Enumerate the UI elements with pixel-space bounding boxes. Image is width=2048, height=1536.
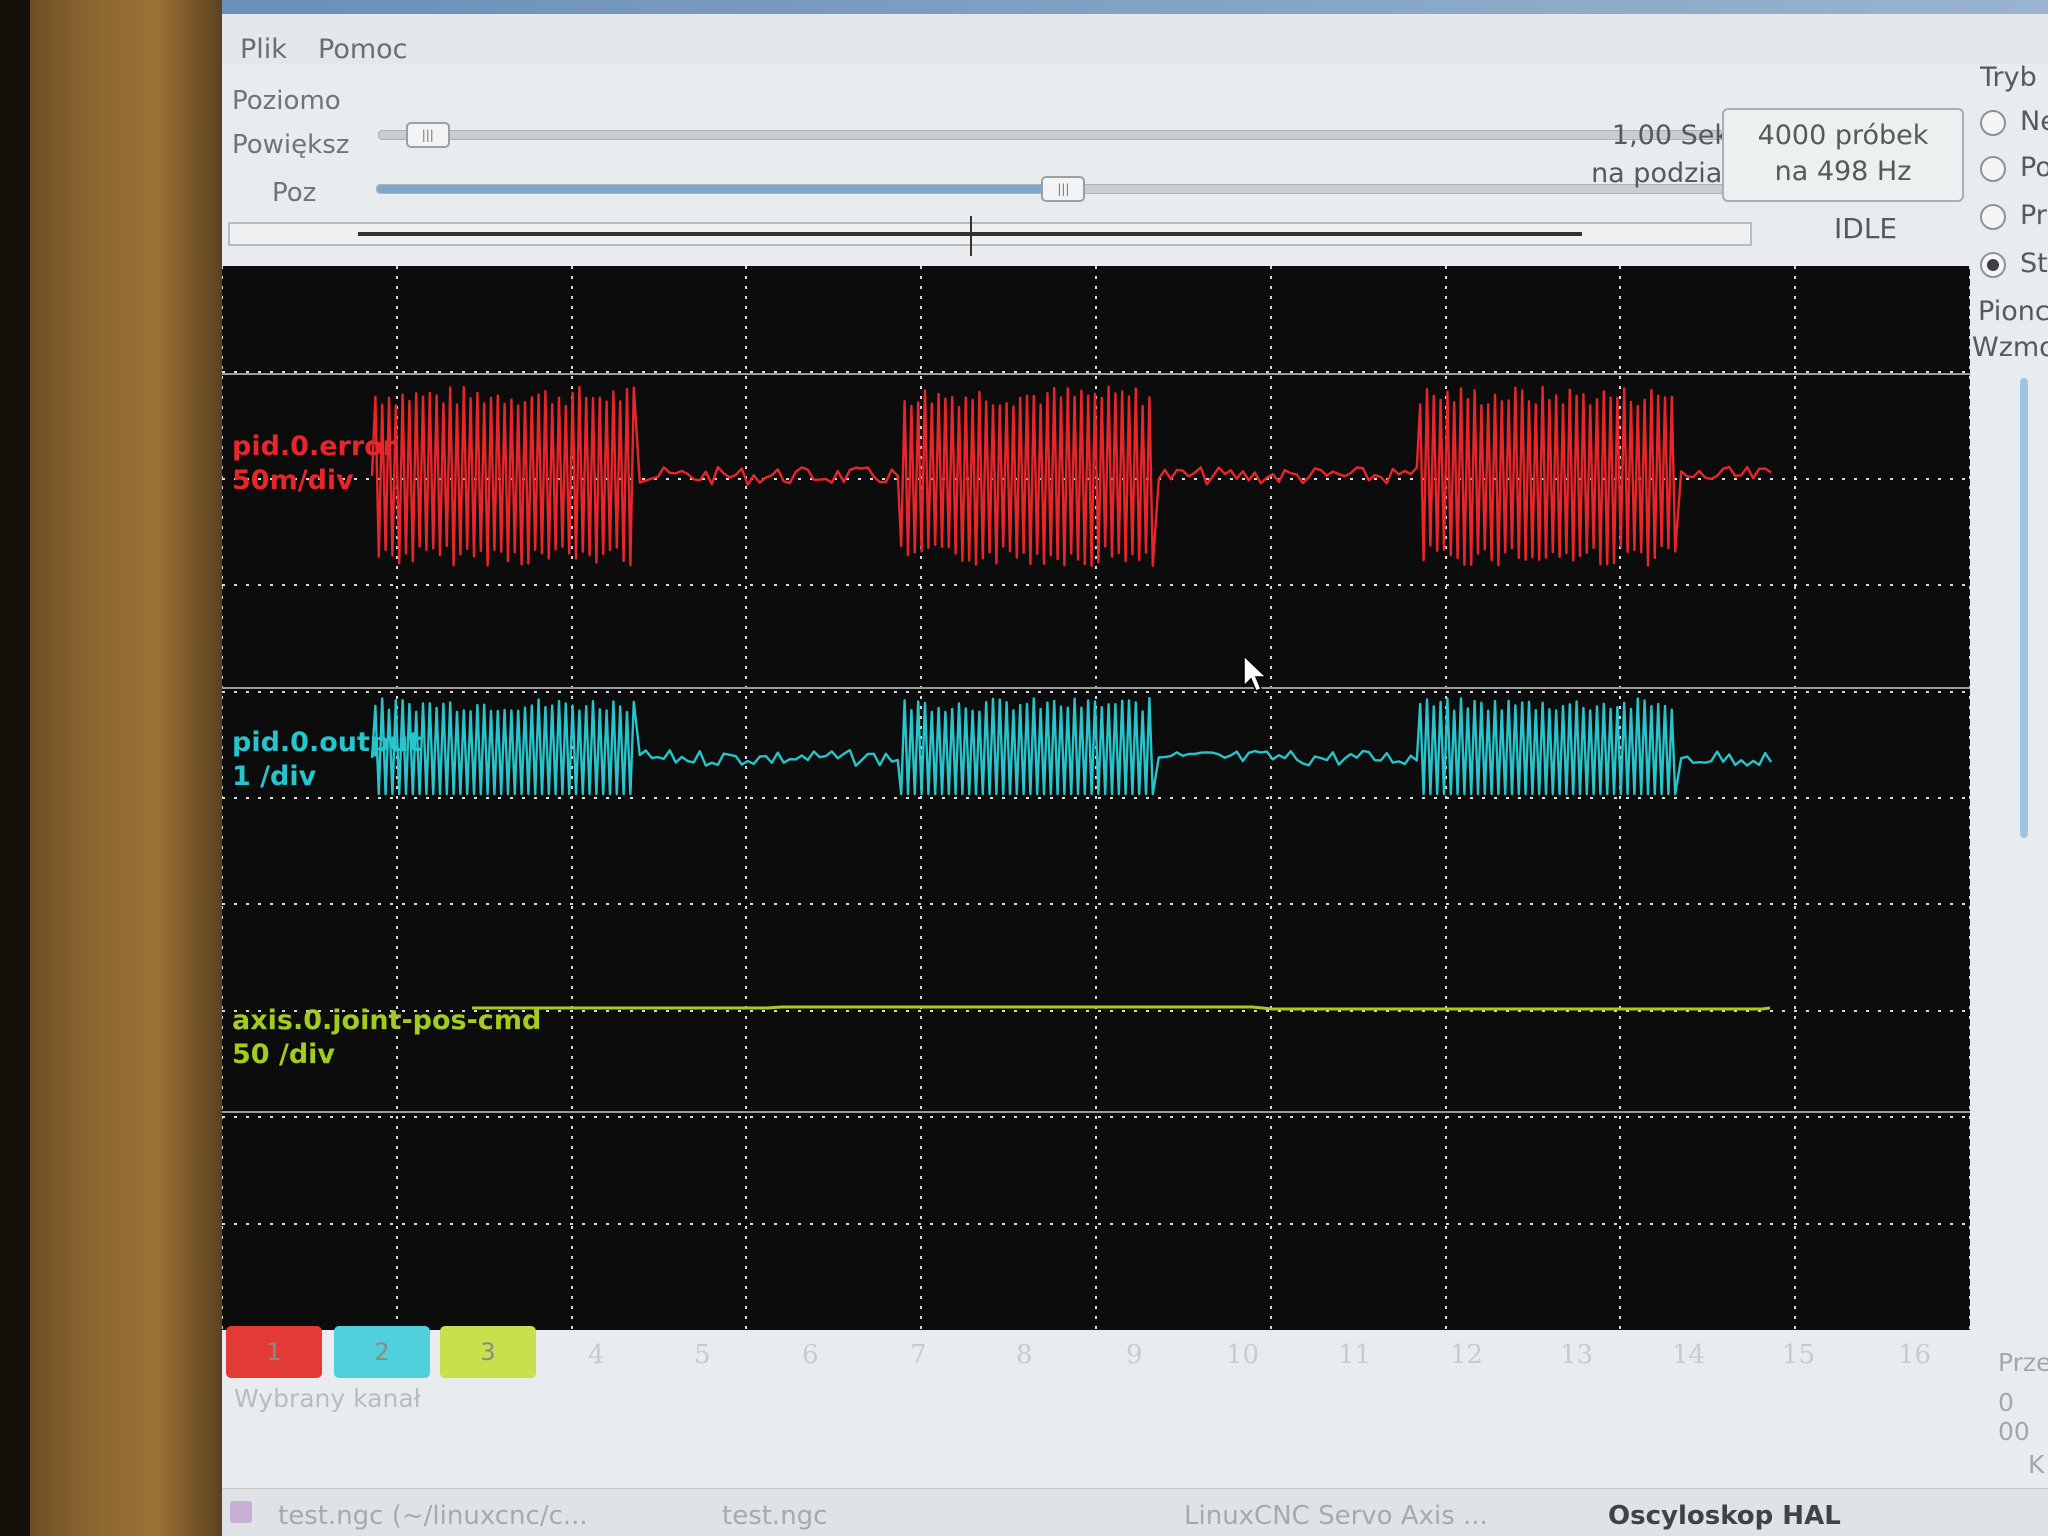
channel-1-trace (370, 385, 1772, 567)
channel-button-7[interactable]: 7 (910, 1340, 927, 1370)
side-panel-text-2: 0 00 (1998, 1388, 2030, 1446)
sample-count: 4000 próbek (1757, 120, 1929, 151)
monitor-bezel (0, 0, 222, 1536)
channel-1-label: pid.0.error 50m/div (232, 430, 396, 498)
sample-frequency: na 498 Hz (1774, 156, 1912, 187)
channel-2-scale: 1 /div (232, 761, 317, 792)
channel-button-3[interactable]: 3 (440, 1326, 536, 1378)
mode-radio-3[interactable] (1980, 204, 2006, 230)
position-label: Poz (272, 178, 317, 208)
position-slider-handle[interactable]: ||| (1041, 176, 1086, 202)
channel-3-name: axis.0.joint-pos-cmd (232, 1005, 542, 1036)
selected-channel-label: Wybrany kanał (234, 1384, 421, 1413)
mode-section-label: Tryb (1980, 62, 2037, 93)
mouse-cursor-icon (1243, 654, 1268, 692)
title-bar (222, 0, 2048, 14)
mode-radio-1[interactable] (1980, 110, 2006, 136)
channel-button-2[interactable]: 2 (334, 1326, 430, 1378)
position-slider-fill (377, 185, 1062, 193)
time-per-div-unit: na podział (1591, 158, 1730, 189)
taskbar-item-3[interactable]: LinuxCNC Servo Axis ... (1184, 1501, 1488, 1531)
channel-1-scale: 50m/div (232, 465, 354, 496)
menu-file[interactable]: Plik (240, 34, 287, 65)
channel-button-16[interactable]: 16 (1898, 1340, 1931, 1370)
channel-2-trace (370, 697, 1773, 796)
mode-radio-4[interactable] (1980, 252, 2006, 278)
channel-button-15[interactable]: 15 (1782, 1340, 1815, 1370)
side-panel-text-1: Prze (1998, 1348, 2048, 1377)
taskbar: test.ngc (~/linuxcnc/c... test.ngc Linux… (222, 1488, 2048, 1536)
channel-button-5[interactable]: 5 (694, 1340, 711, 1370)
scope-display[interactable]: pid.0.error 50m/div pid.0.output 1 /div … (222, 266, 1970, 1330)
channel-button-10[interactable]: 10 (1226, 1340, 1259, 1370)
channel-3-scale: 50 /div (232, 1039, 336, 1070)
zoom-slider-handle[interactable]: ||| (405, 122, 450, 148)
channel-3-trace (472, 1005, 1771, 1011)
channel-button-1[interactable]: 1 (226, 1326, 322, 1378)
sample-rate-button[interactable]: 4000 próbek na 498 Hz (1722, 108, 1964, 202)
channel-button-11[interactable]: 11 (1338, 1340, 1371, 1370)
channel-3-label: axis.0.joint-pos-cmd 50 /div (232, 1004, 541, 1072)
taskbar-item-1[interactable]: test.ngc (~/linuxcnc/c... (278, 1501, 588, 1531)
hal-oscilloscope-window: Plik Pomoc Poziomo Powiększ ||| Poz ||| … (222, 0, 2048, 1536)
acquisition-status: IDLE (1834, 212, 1898, 245)
zoom-label: Powiększ (232, 130, 350, 160)
vertical-gain-slider[interactable] (2020, 378, 2028, 838)
channel-button-4[interactable]: 4 (588, 1340, 605, 1370)
mode-option-2: Po (2020, 152, 2048, 183)
scope-plot (222, 266, 1970, 1330)
channel-1-name: pid.0.error (232, 431, 397, 462)
mode-option-3: Pr (2020, 200, 2047, 231)
taskbar-item-4[interactable]: Oscyloskop HAL (1608, 1501, 1841, 1531)
channel-button-9[interactable]: 9 (1126, 1340, 1143, 1370)
menu-help[interactable]: Pomoc (318, 34, 408, 65)
channel-2-name: pid.0.output (232, 727, 422, 758)
channel-button-13[interactable]: 13 (1560, 1340, 1593, 1370)
mode-radio-2[interactable] (1980, 156, 2006, 182)
channel-button-8[interactable]: 8 (1016, 1340, 1033, 1370)
channel-button-14[interactable]: 14 (1672, 1340, 1705, 1370)
menu-bar: Plik Pomoc (222, 14, 2048, 65)
horizontal-section-label: Poziomo (232, 86, 341, 116)
mode-option-1: Ne (2020, 106, 2048, 137)
time-per-div-value: 1,00 Sek (1611, 120, 1730, 151)
vertical-section-label: Pionc (1978, 296, 2048, 327)
record-trigger-marker (970, 216, 972, 256)
menu-launcher-icon[interactable] (230, 1501, 252, 1523)
channel-button-6[interactable]: 6 (802, 1340, 819, 1370)
taskbar-item-2[interactable]: test.ngc (722, 1501, 827, 1531)
channel-button-12[interactable]: 12 (1450, 1340, 1483, 1370)
channel-selector-row: 1 2 3 4 5 6 7 8 9 10 11 12 13 14 15 16 (222, 1318, 2048, 1388)
gain-label: Wzmo (1972, 332, 2048, 363)
side-panel-text-3: K (2028, 1450, 2045, 1479)
channel-2-label: pid.0.output 1 /div (232, 726, 421, 794)
monitor-shadow (0, 0, 30, 1536)
record-progress-bar (228, 216, 1752, 256)
mode-option-4: St (2020, 248, 2048, 279)
